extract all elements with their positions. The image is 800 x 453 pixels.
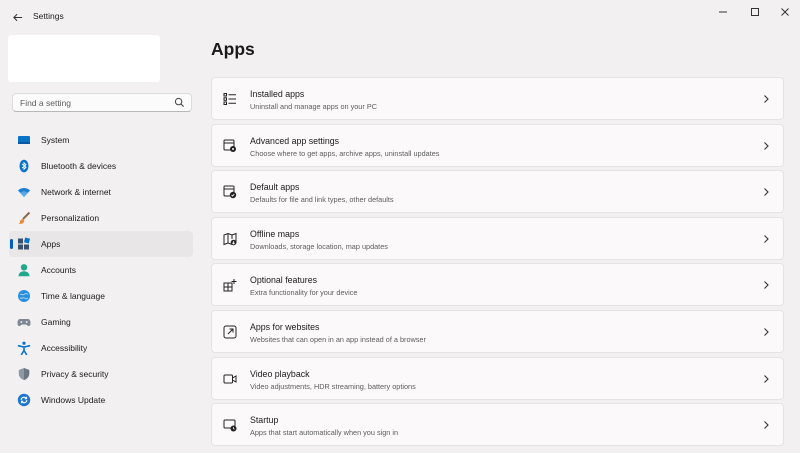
- sidebar-item-label: Accounts: [41, 265, 76, 275]
- list-icon: [223, 93, 236, 105]
- card-description: Defaults for file and link types, other …: [250, 195, 394, 205]
- gamepad-icon: [17, 315, 31, 329]
- person-icon: [17, 263, 31, 277]
- sidebar-item-label: Bluetooth & devices: [41, 161, 117, 171]
- chevron-right-icon: [764, 421, 769, 430]
- card-description: Video adjustments, HDR streaming, batter…: [250, 381, 416, 391]
- close-icon: [781, 8, 789, 16]
- sidebar-item-windows-update[interactable]: Windows Update: [9, 387, 193, 413]
- maximize-icon: [751, 8, 759, 16]
- chevron-right-icon: [764, 374, 769, 383]
- sidebar-item-label: Windows Update: [41, 395, 106, 405]
- card-title: Startup: [250, 415, 279, 426]
- shield-icon: [17, 367, 31, 381]
- sidebar-item-network[interactable]: Network & internet: [9, 179, 193, 205]
- minimize-icon: [719, 11, 727, 13]
- card-description: Extra functionality for your device: [250, 288, 358, 298]
- sidebar-item-label: Gaming: [41, 317, 71, 327]
- accessibility-icon: [17, 341, 31, 355]
- sidebar-item-system[interactable]: System: [9, 127, 193, 153]
- app-settings-icon: [223, 139, 236, 152]
- installed-apps-card[interactable]: Installed apps Uninstall and manage apps…: [211, 77, 784, 120]
- card-description: Choose where to get apps, archive apps, …: [250, 148, 440, 158]
- sidebar-item-label: Accessibility: [41, 343, 88, 353]
- chevron-right-icon: [764, 281, 769, 290]
- search-input[interactable]: Find a setting: [12, 93, 192, 112]
- features-icon: [223, 279, 237, 292]
- sidebar-item-apps[interactable]: Apps: [9, 231, 193, 257]
- search-placeholder: Find a setting: [20, 98, 72, 108]
- default-apps-icon: [223, 185, 237, 199]
- apps-icon: [17, 237, 31, 251]
- sidebar-item-label: Privacy & security: [41, 369, 109, 379]
- chevron-right-icon: [764, 95, 769, 103]
- sidebar-item-label: Time & language: [41, 291, 105, 301]
- search-icon: [174, 97, 185, 108]
- sidebar-item-label: Apps: [41, 239, 61, 249]
- startup-card[interactable]: Startup Apps that start automatically wh…: [211, 403, 784, 447]
- card-title: Advanced app settings: [250, 135, 340, 146]
- sidebar-item-label: Personalization: [41, 213, 100, 223]
- optional-features-card[interactable]: Optional features Extra functionality fo…: [211, 263, 784, 307]
- wifi-icon: [17, 185, 31, 199]
- title-bar: Settings: [0, 0, 800, 32]
- close-button[interactable]: [770, 3, 800, 21]
- sidebar-item-accounts[interactable]: Accounts: [9, 257, 193, 283]
- monitor-icon: [17, 133, 31, 147]
- apps-for-websites-card[interactable]: Apps for websites Websites that can open…: [211, 309, 784, 353]
- sidebar-item-privacy[interactable]: Privacy & security: [9, 361, 193, 387]
- chevron-right-icon: [764, 328, 769, 336]
- user-profile-card[interactable]: [8, 35, 160, 82]
- sidebar-item-personalization[interactable]: Personalization: [9, 205, 193, 231]
- video-playback-card[interactable]: Video playback Video adjustments, HDR st…: [211, 356, 784, 400]
- card-description: Apps that start automatically when you s…: [250, 428, 399, 438]
- sidebar-item-gaming[interactable]: Gaming: [9, 309, 193, 335]
- maximize-button[interactable]: [740, 3, 770, 21]
- sidebar-item-label: Network & internet: [41, 187, 111, 197]
- offline-maps-card[interactable]: Offline maps Downloads, storage location…: [211, 216, 784, 260]
- window-title: Settings: [33, 11, 64, 21]
- sidebar-nav: System Bluetooth & devices Network & int…: [9, 127, 193, 413]
- card-description: Uninstall and manage apps on your PC: [250, 102, 377, 111]
- advanced-app-settings-card[interactable]: Advanced app settings Choose where to ge…: [211, 123, 784, 167]
- selection-indicator: [10, 239, 13, 249]
- card-title: Video playback: [250, 368, 310, 379]
- card-title: Installed apps: [250, 89, 305, 99]
- settings-card-list: Installed apps Uninstall and manage apps…: [211, 77, 784, 450]
- brush-icon: [17, 211, 31, 225]
- card-description: Downloads, storage location, map updates: [250, 241, 388, 251]
- default-apps-card[interactable]: Default apps Defaults for file and link …: [211, 170, 784, 214]
- page-title: Apps: [211, 39, 255, 59]
- startup-icon: [223, 419, 237, 432]
- back-button[interactable]: [8, 8, 26, 26]
- card-description: Websites that can open in an app instead…: [250, 334, 426, 344]
- back-arrow-icon: [12, 13, 22, 21]
- chevron-right-icon: [764, 234, 769, 243]
- card-title: Default apps: [250, 182, 300, 193]
- globe-clock-icon: [17, 289, 31, 303]
- bluetooth-icon: [17, 159, 31, 173]
- card-title: Offline maps: [250, 228, 300, 239]
- minimize-button[interactable]: [708, 3, 738, 21]
- sidebar-item-accessibility[interactable]: Accessibility: [9, 335, 193, 361]
- video-icon: [223, 374, 237, 384]
- card-title: Optional features: [250, 275, 317, 286]
- sidebar-item-time-language[interactable]: Time & language: [9, 283, 193, 309]
- chevron-right-icon: [764, 188, 769, 197]
- chevron-right-icon: [764, 141, 769, 150]
- card-title: Apps for websites: [250, 321, 320, 332]
- sidebar-item-bluetooth[interactable]: Bluetooth & devices: [9, 153, 193, 179]
- open-external-icon: [223, 325, 237, 339]
- map-icon: [223, 232, 237, 246]
- update-icon: [17, 393, 31, 407]
- sidebar-item-label: System: [41, 135, 70, 145]
